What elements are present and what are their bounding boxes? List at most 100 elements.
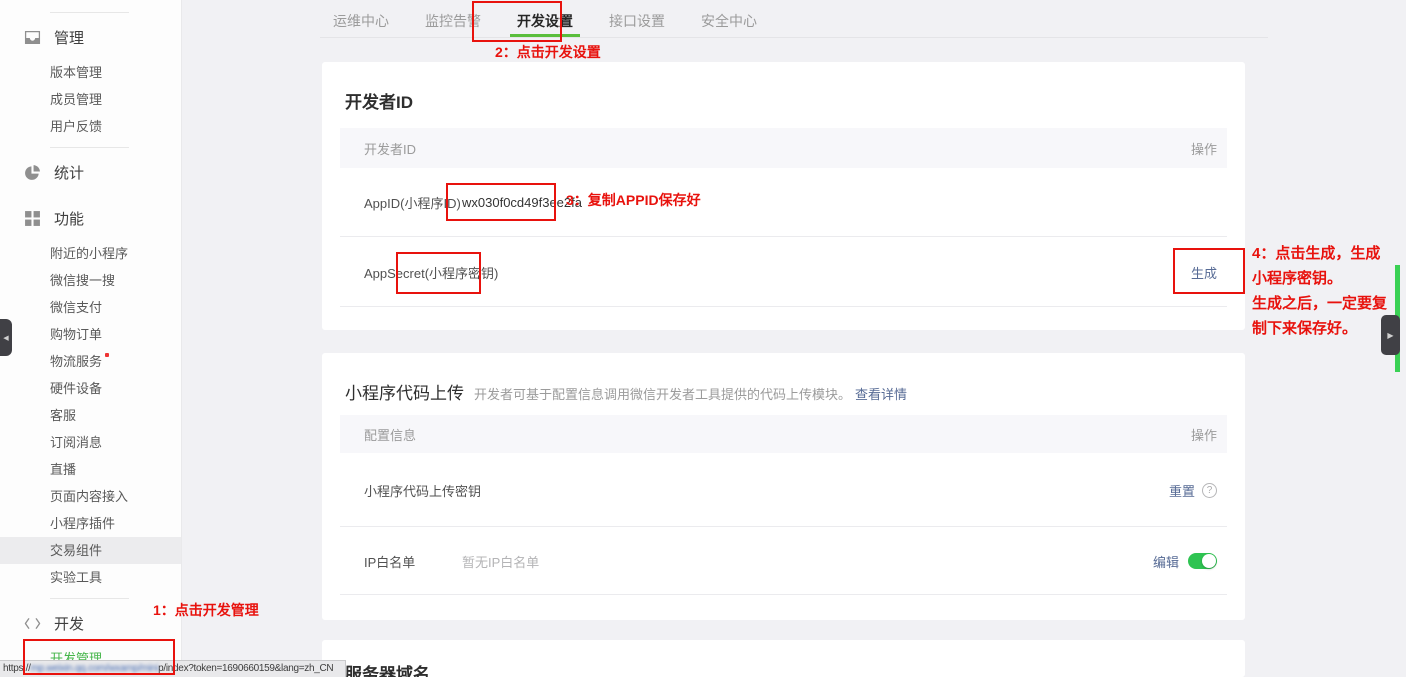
ip-whitelist-value: 暂无IP白名单	[462, 552, 539, 571]
edit-ip-whitelist-button[interactable]: 编辑	[1153, 552, 1179, 571]
sidebar-item-label: 订阅消息	[50, 435, 102, 450]
appid-row: AppID(小程序ID) wx030f0cd49f3ee2fa	[322, 168, 1245, 237]
developer-id-title: 开发者ID	[345, 88, 413, 113]
generate-secret-button[interactable]: 生成	[1191, 263, 1217, 282]
sidebar-divider	[50, 147, 129, 148]
chevron-left-icon: ◀	[3, 334, 8, 342]
appid-value: wx030f0cd49f3ee2fa	[462, 195, 582, 210]
settings-tabs: 运维中心 监控告警 开发设置 接口设置 安全中心	[326, 8, 764, 34]
ip-whitelist-row: IP白名单 暂无IP白名单 编辑	[322, 527, 1245, 595]
sidebar-item[interactable]: 订阅消息	[0, 429, 181, 456]
sidebar-group-label: 管理	[54, 27, 84, 48]
sidebar-group[interactable]: 统计	[0, 161, 181, 183]
sidebar-group-label: 统计	[54, 162, 84, 183]
sidebar-divider	[50, 12, 129, 13]
reset-key-button[interactable]: 重置	[1169, 481, 1195, 500]
sidebar-item-label: 页面内容接入	[50, 489, 128, 504]
appid-label: AppID(小程序ID)	[364, 193, 462, 212]
annotation-step4: 4：点击生成，生成小程序密钥。生成之后，一定要复制下来保存好。	[1252, 241, 1406, 341]
annotation-step2: 2：点击开发设置	[495, 42, 601, 62]
sidebar-item[interactable]: 微信支付	[0, 294, 181, 321]
server-domain-card: 服务器域名	[322, 640, 1245, 677]
code-upload-desc: 开发者可基于配置信息调用微信开发者工具提供的代码上传模块。	[474, 384, 851, 403]
sidebar-divider	[50, 598, 129, 599]
sidebar-item-label: 实验工具	[50, 570, 102, 585]
tabbar-divider	[320, 37, 1268, 38]
sidebar-group-label: 开发	[54, 613, 84, 634]
sidebar-item-label: 微信支付	[50, 300, 102, 315]
sidebar-item[interactable]: 客服	[0, 402, 181, 429]
sidebar-item-label: 客服	[50, 408, 76, 423]
sidebar-group[interactable]: 管理	[0, 26, 181, 48]
sidebar-item[interactable]: 直播	[0, 456, 181, 483]
sidebar-item-label: 小程序插件	[50, 516, 115, 531]
tab-label: 监控告警	[425, 13, 481, 29]
inbox-icon	[24, 29, 41, 46]
sidebar-item[interactable]: 购物订单	[0, 321, 181, 348]
tab[interactable]: 开发设置	[510, 8, 580, 34]
developer-id-card: 开发者ID 开发者ID 操作 AppID(小程序ID) wx030f0cd49f…	[322, 62, 1245, 330]
upload-key-label: 小程序代码上传密钥	[364, 481, 481, 500]
sidebar: 管理 版本管理 成员管理 用户反馈 统计 功能	[0, 0, 182, 677]
sidebar-item[interactable]: 用户反馈	[0, 113, 181, 140]
view-details-link[interactable]: 查看详情	[855, 384, 907, 403]
developer-id-table-header: 开发者ID 操作	[340, 128, 1227, 168]
sidebar-item[interactable]: 成员管理	[0, 86, 181, 113]
header-col-config: 配置信息	[364, 425, 416, 444]
upload-key-row: 小程序代码上传密钥 重置	[322, 453, 1245, 527]
annotation-step4-line: 生成之后，一定要复	[1252, 291, 1406, 316]
browser-status-bar: https://mp.weixin.qq.com/wxamp/minip/ind…	[0, 660, 346, 677]
sidebar-item[interactable]: 物流服务	[0, 348, 181, 375]
status-url-suffix: p/index?token=1690660159&lang=zh_CN	[158, 663, 333, 674]
help-icon[interactable]	[1202, 483, 1217, 498]
sidebar-group-label: 功能	[54, 208, 84, 229]
code-icon	[24, 615, 41, 632]
annotation-step1: 1：点击开发管理	[153, 600, 259, 620]
sidebar-item[interactable]: 实验工具	[0, 564, 181, 591]
annotation-step4-line: 4：点击生成，生成	[1252, 241, 1406, 266]
sidebar-item-label: 版本管理	[50, 65, 102, 80]
tab-label: 开发设置	[517, 13, 573, 29]
sidebar-item[interactable]: 小程序插件	[0, 510, 181, 537]
tab[interactable]: 运维中心	[326, 8, 396, 34]
header-col-action: 操作	[1191, 425, 1217, 444]
sidebar-item[interactable]: 页面内容接入	[0, 483, 181, 510]
tab-label: 运维中心	[333, 13, 389, 29]
sidebar-item[interactable]: 附近的小程序	[0, 240, 181, 267]
sidebar-group[interactable]: 功能	[0, 207, 181, 229]
collapse-left-handle[interactable]: ◀	[0, 319, 12, 356]
tab-label: 接口设置	[609, 13, 665, 29]
sidebar-item-label: 交易组件	[50, 543, 102, 558]
pie-icon	[24, 164, 41, 181]
sidebar-item-label: 物流服务	[50, 354, 102, 369]
tab[interactable]: 安全中心	[694, 8, 764, 34]
sidebar-item[interactable]: 微信搜一搜	[0, 267, 181, 294]
sidebar-item[interactable]: 硬件设备	[0, 375, 181, 402]
status-url-prefix: https://	[3, 663, 31, 674]
tab-label: 安全中心	[701, 13, 757, 29]
ip-whitelist-toggle[interactable]	[1188, 553, 1217, 569]
code-upload-title: 小程序代码上传	[345, 379, 464, 404]
code-upload-card: 小程序代码上传 开发者可基于配置信息调用微信开发者工具提供的代码上传模块。 查看…	[322, 353, 1245, 620]
tab[interactable]: 监控告警	[418, 8, 488, 34]
sidebar-item-label: 硬件设备	[50, 381, 102, 396]
sidebar-item-label: 成员管理	[50, 92, 102, 107]
server-domain-title: 服务器域名	[345, 660, 430, 677]
code-upload-title-row: 小程序代码上传 开发者可基于配置信息调用微信开发者工具提供的代码上传模块。 查看…	[345, 379, 907, 404]
new-badge-dot	[105, 353, 109, 357]
tab[interactable]: 接口设置	[602, 8, 672, 34]
sidebar-item-label: 直播	[50, 462, 76, 477]
sidebar-item[interactable]: 交易组件	[0, 537, 181, 564]
header-col-name: 开发者ID	[364, 139, 416, 158]
wechat-miniprogram-console: 管理 版本管理 成员管理 用户反馈 统计 功能	[0, 0, 1406, 677]
annotation-step4-line: 小程序密钥。	[1252, 266, 1406, 291]
annotation-step3: 3：复制APPID保存好	[566, 190, 701, 210]
sidebar-item-label: 附近的小程序	[50, 246, 128, 261]
status-url-blurred: mp.weixin.qq.com/wxamp/mini	[31, 663, 159, 674]
sidebar-item-label: 用户反馈	[50, 119, 102, 134]
code-upload-table-header: 配置信息 操作	[340, 415, 1227, 453]
sidebar-item-label: 微信搜一搜	[50, 273, 115, 288]
sidebar-item[interactable]: 版本管理	[0, 59, 181, 86]
grid-icon	[24, 210, 41, 227]
ip-whitelist-label: IP白名单	[364, 552, 462, 571]
